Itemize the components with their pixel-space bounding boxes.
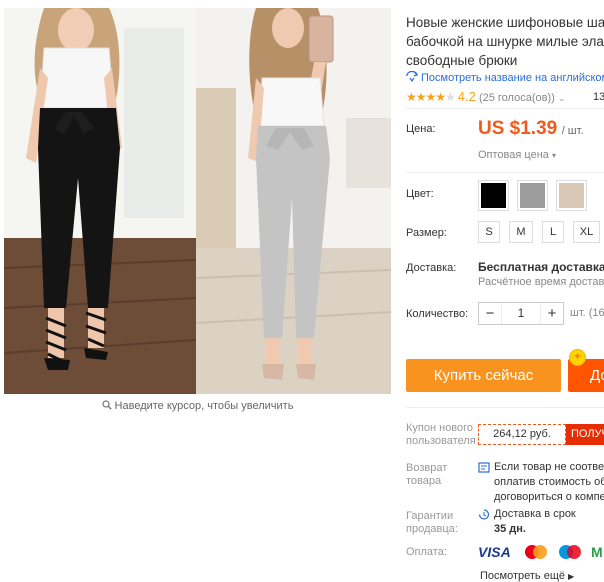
caret-down-icon: ▾ <box>551 151 556 160</box>
returns-text-line: договориться о компе <box>494 491 604 503</box>
product-title-line: бабочкой на шнурке милые элас <box>406 34 604 49</box>
quantity-decrease-button[interactable]: − <box>479 303 501 324</box>
price-value: US $1.39 <box>478 118 558 139</box>
product-title: Новые женские шифоновые шар бабочкой на … <box>406 13 604 70</box>
returns-label-line: товара <box>406 475 442 487</box>
product-info-panel: Новые женские шифоновые шар бабочкой на … <box>398 0 604 582</box>
returns-label-line: Возврат <box>406 462 448 474</box>
price-label: Цена: <box>406 123 436 135</box>
color-label: Цвет: <box>406 188 434 200</box>
size-option-s[interactable]: S <box>478 221 500 243</box>
color-swatch-fill <box>520 183 545 208</box>
translate-title-link[interactable]: Посмотреть название на английском <box>406 70 604 84</box>
returns-text-line: оплатив стоимость об <box>494 476 604 488</box>
guarantee-text: Доставка в срок 35 дн. <box>494 507 576 537</box>
guarantee-days: 35 дн. <box>494 523 526 535</box>
return-policy-icon <box>478 462 490 473</box>
translate-link-label: Посмотреть название на английском <box>421 72 604 84</box>
see-more-payment-link[interactable]: Посмотреть ещё ▶ <box>480 570 574 582</box>
quantity-stepper: − 1 + <box>478 302 564 325</box>
color-swatch-grey[interactable] <box>517 180 548 211</box>
coupon-label-line: пользователя <box>406 435 476 447</box>
guarantee-label-line: продавца: <box>406 523 458 535</box>
size-option-xl[interactable]: XL <box>573 221 600 243</box>
color-swatch-fill <box>559 183 584 208</box>
wholesale-price-label: Оптовая цена <box>478 149 549 161</box>
shipping-value[interactable]: Бесплатная доставка в R <box>478 260 604 274</box>
zoom-hint: Наведите курсор, чтобы увеличить <box>4 400 391 412</box>
wholesale-price-link[interactable]: Оптовая цена ▾ <box>478 149 556 161</box>
coupon-label-line: Купон нового <box>406 422 474 434</box>
divider <box>406 407 604 408</box>
coin-icon: ✦ <box>569 349 586 366</box>
rating[interactable]: ★★★★★ 4.2 (25 голоса(ов)) ⌄ <box>406 89 565 104</box>
size-option-m[interactable]: M <box>509 221 533 243</box>
coupon-label: Купон нового пользователя <box>406 422 476 448</box>
size-option-l[interactable]: L <box>542 221 564 243</box>
quantity-label: Количество: <box>406 308 469 320</box>
shipping-time: Расчётное время доставк <box>478 276 604 288</box>
mastercard-icon <box>525 545 547 559</box>
see-more-label: Посмотреть ещё <box>480 570 565 582</box>
product-title-line: свободные брюки <box>406 53 518 68</box>
magnifier-icon <box>101 400 112 410</box>
payment-label: Оплата: <box>406 546 447 558</box>
price-unit: / шт. <box>561 125 584 137</box>
coupon-value: 264,12 руб. <box>478 424 566 445</box>
color-swatch-fill <box>481 183 506 208</box>
divider <box>406 108 604 109</box>
rating-value: 4.2 <box>457 89 476 104</box>
shipping-label: Доставка: <box>406 262 457 274</box>
payment-logo-m: M <box>591 544 603 560</box>
color-swatch-beige[interactable] <box>556 180 587 211</box>
product-photo-black-pants <box>4 8 196 394</box>
orders-count: 135 <box>593 91 604 103</box>
rating-votes: (25 голоса(ов)) <box>478 92 555 104</box>
translate-icon <box>406 70 419 83</box>
quantity-increase-button[interactable]: + <box>541 303 563 324</box>
visa-logo: VISA <box>478 544 511 560</box>
maestro-icon <box>559 545 581 559</box>
product-title-line: Новые женские шифоновые шар <box>406 15 604 30</box>
get-coupon-button[interactable]: ПОЛУЧ <box>566 424 604 445</box>
zoom-hint-text: Наведите курсор, чтобы увеличить <box>114 400 294 412</box>
guarantee-label: Гарантии продавца: <box>406 510 458 536</box>
delivery-guarantee-icon <box>478 509 490 520</box>
size-label: Размер: <box>406 227 447 239</box>
product-photo-grey-pants <box>196 8 391 394</box>
chevron-right-icon: ▶ <box>568 572 575 581</box>
product-image[interactable] <box>4 8 391 394</box>
guarantee-label-line: Гарантии <box>406 510 454 522</box>
rating-stars-icon: ★★★★★ <box>406 90 456 104</box>
price: US $1.39 / шт. <box>478 118 584 140</box>
returns-label: Возврат товара <box>406 462 447 488</box>
guarantee-text-line: Доставка в срок <box>494 508 576 520</box>
divider <box>406 172 604 173</box>
chevron-down-icon: ⌄ <box>557 93 566 103</box>
quantity-unit: шт. (16 <box>570 307 604 319</box>
returns-text-line: Если товар не соответ <box>494 461 604 473</box>
buy-now-button[interactable]: Купить сейчас <box>406 359 561 392</box>
color-swatch-black[interactable] <box>478 180 509 211</box>
quantity-input[interactable]: 1 <box>501 303 541 324</box>
returns-text: Если товар не соответ оплатив стоимость … <box>494 460 604 505</box>
